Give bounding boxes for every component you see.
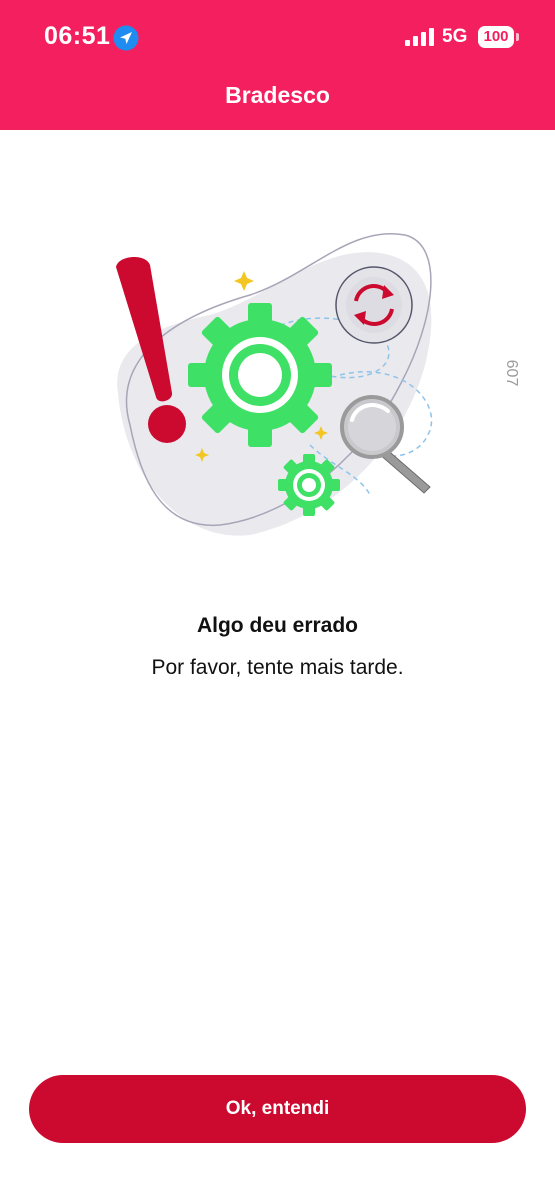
gear-icon [188,303,332,447]
gear-icon [278,454,340,516]
cellular-signal-icon [405,28,434,46]
network-type: 5G [442,26,468,47]
page-title: Bradesco [225,82,330,108]
battery-tip [516,33,519,41]
sparkle-icon [234,271,254,291]
refresh-icon [335,266,413,344]
error-illustration [116,232,433,536]
status-time: 06:51 [44,22,111,50]
battery-indicator: 100 [478,26,514,48]
ok-button[interactable]: Ok, entendi [29,1075,526,1143]
error-message: Por favor, tente mais tarde. [151,656,404,679]
error-title: Algo deu errado [196,614,359,637]
location-arrow-icon [113,25,139,51]
error-code: 607 [503,359,520,387]
status-bar: 06:51 5G 100 [0,0,555,72]
app-header: 06:51 5G 100 Bradesco [0,0,555,130]
